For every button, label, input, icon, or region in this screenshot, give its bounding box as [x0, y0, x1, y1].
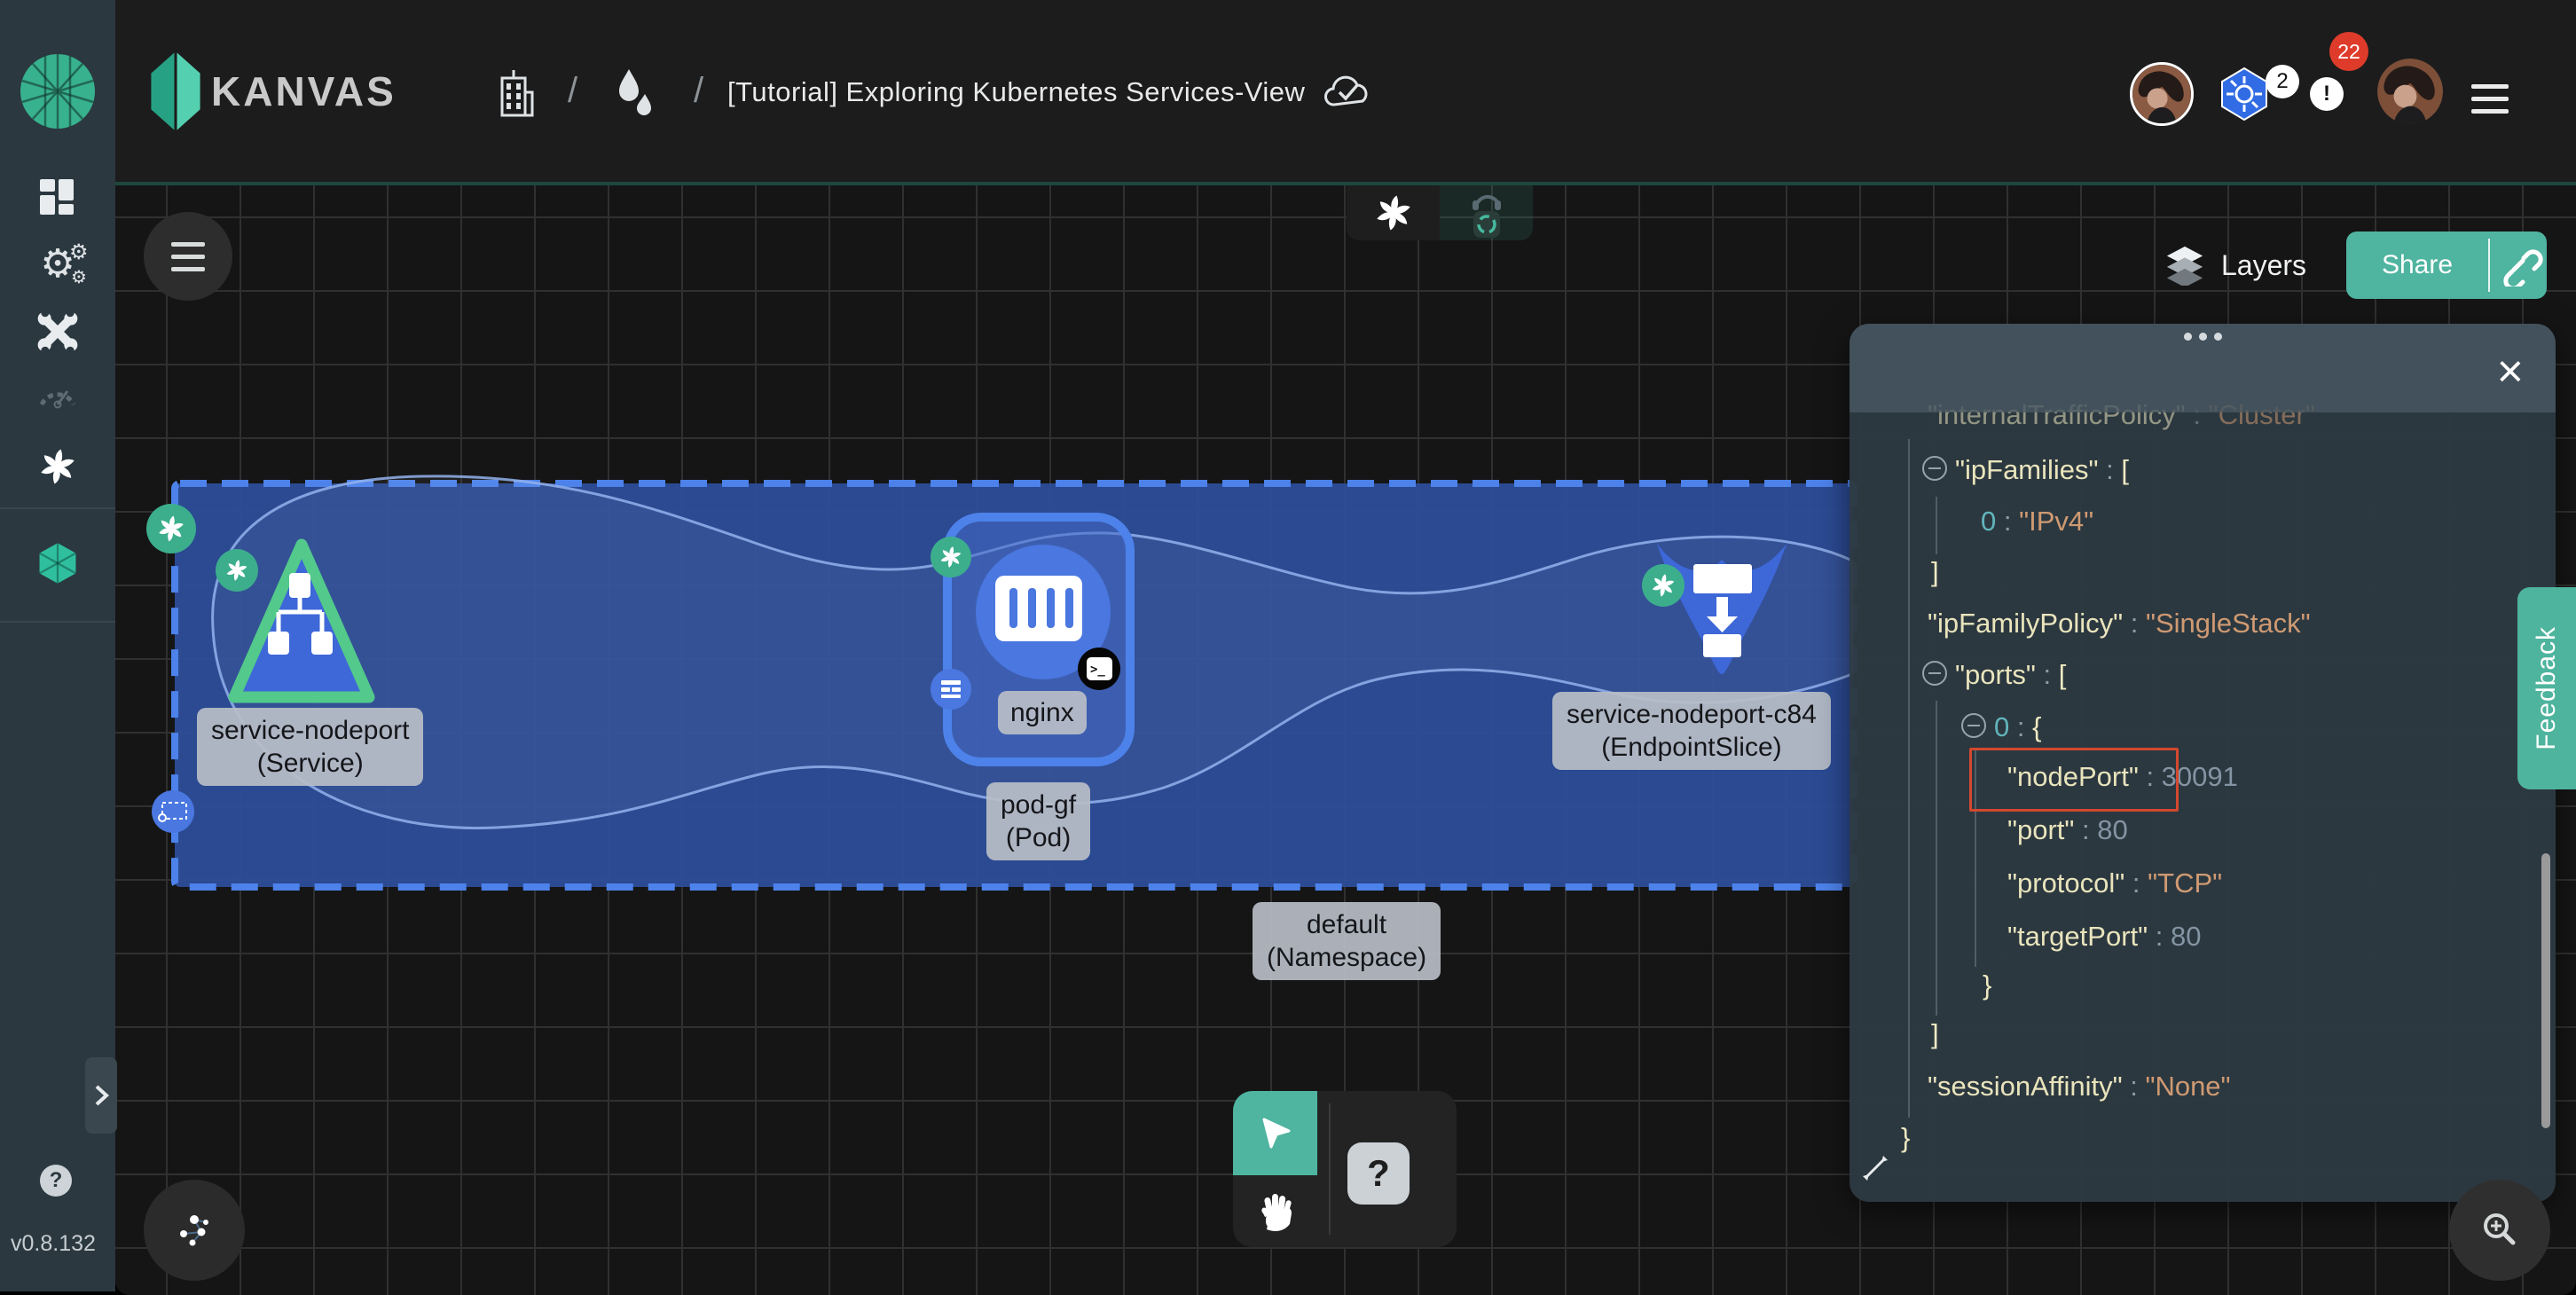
json-line: "ipFamilies" : [	[1922, 452, 2129, 488]
avatar[interactable]	[2377, 59, 2443, 124]
kubernetes-icon[interactable]	[2218, 67, 2271, 121]
sidebar-item-dashboard[interactable]	[0, 174, 115, 220]
json-line: "protocol" : "TCP"	[2007, 866, 2222, 901]
sidebar-divider	[0, 621, 115, 623]
meshery-swirl-icon	[37, 446, 78, 487]
minimap-button[interactable]	[144, 1180, 245, 1281]
json-line: "ipFamilyPolicy" : "SingleStack"	[1928, 606, 2311, 641]
panel-header[interactable]: ×	[1850, 324, 2556, 412]
network-icon	[173, 1209, 216, 1252]
kanvas-hexagon-icon	[35, 541, 80, 585]
select-tool-button[interactable]	[1233, 1091, 1317, 1175]
copy-link-icon[interactable]	[2490, 244, 2547, 286]
service-label: service-nodeport(Service)	[197, 708, 423, 786]
pan-tool-button[interactable]	[1233, 1175, 1317, 1247]
organization-icon[interactable]	[495, 67, 536, 117]
cloud-sync-icon	[1322, 71, 1375, 112]
layers-icon	[2164, 245, 2205, 286]
namespace-label: default(Namespace)	[1253, 902, 1441, 980]
details-panel: "internalTrafficPolicy" : "Cluster" "ipF…	[1850, 324, 2556, 1202]
collapse-icon[interactable]	[1961, 713, 1986, 738]
close-icon[interactable]: ×	[2497, 349, 2524, 395]
version-label: v0.8.132	[11, 1231, 96, 1257]
sidebar-item-kanvas[interactable]	[0, 538, 115, 589]
share-label: Share	[2346, 250, 2488, 280]
sidebar-expand-button[interactable]	[85, 1057, 117, 1134]
container-label: nginx	[998, 691, 1087, 734]
canvas-menu-button[interactable]	[144, 212, 232, 301]
gears-icon: ⚙	[69, 239, 89, 264]
magnifier-plus-icon	[2477, 1207, 2523, 1253]
help-tool-button[interactable]: ?	[1347, 1142, 1410, 1205]
layers-control[interactable]: Layers	[2164, 245, 2306, 286]
top-bar: KANVAS / / [Tutorial] Exploring Kubernet…	[115, 0, 2576, 182]
gears-icon: ⚙	[71, 266, 87, 287]
tools-icon	[36, 310, 79, 353]
json-line: ]	[1931, 554, 1939, 590]
json-line: 0 : {	[1961, 710, 2041, 745]
hamburger-icon	[171, 238, 205, 275]
highlight-box	[1969, 748, 2179, 812]
dashboard-icon	[40, 179, 75, 215]
toolbar-divider	[1329, 1103, 1331, 1235]
chevron-right-icon	[90, 1083, 112, 1108]
sidebar-item-configuration[interactable]	[0, 309, 115, 355]
breadcrumb-separator: /	[568, 71, 577, 111]
json-line: "port" : 80	[2007, 812, 2128, 848]
tool-palette: ?	[1233, 1091, 1457, 1247]
breadcrumb-title[interactable]: [Tutorial] Exploring Kubernetes Services…	[727, 76, 1305, 108]
sidebar-item-extensions[interactable]	[0, 443, 115, 490]
avatar[interactable]	[2130, 62, 2194, 126]
hamburger-icon	[2471, 84, 2509, 114]
feedback-label: Feedback	[2532, 626, 2562, 750]
layer5-logo-icon[interactable]	[19, 52, 97, 130]
layers-label: Layers	[2221, 249, 2306, 282]
sidebar-item-performance[interactable]	[0, 371, 115, 417]
json-line: "ports" : [	[1922, 657, 2066, 693]
drag-handle-icon[interactable]	[1850, 333, 2556, 341]
collapse-icon[interactable]	[1922, 661, 1947, 686]
alert-icon[interactable]: !	[2310, 77, 2344, 111]
canvas-dock[interactable]	[1347, 185, 1533, 240]
breadcrumb-separator: /	[694, 71, 703, 111]
app-menu-button[interactable]	[2471, 76, 2509, 122]
panel-scrollbar[interactable]	[2541, 853, 2550, 1128]
sidebar: ⚙ ⚙ ⚙	[0, 0, 115, 1291]
json-line: "sessionAffinity" : "None"	[1928, 1069, 2231, 1104]
kanvas-logo-icon[interactable]	[149, 50, 202, 133]
hand-icon	[1254, 1190, 1297, 1233]
zoom-button[interactable]	[2449, 1180, 2550, 1281]
resize-icon[interactable]	[1860, 1153, 1890, 1183]
json-line: ]	[1931, 1016, 1939, 1052]
meshery-dock-button[interactable]	[1347, 185, 1440, 240]
spinner-icon	[1473, 211, 1500, 238]
assistant-dock-button[interactable]	[1440, 185, 1533, 240]
help-button[interactable]: ?	[40, 1165, 72, 1197]
json-line: 0 : "IPv4"	[1981, 504, 2093, 539]
headset-icon	[1469, 188, 1504, 211]
collapse-icon[interactable]	[1922, 456, 1947, 481]
notification-count-badge[interactable]: 22	[2329, 32, 2368, 71]
meshery-swirl-icon	[1373, 192, 1414, 233]
json-line: "targetPort" : 80	[2007, 919, 2201, 954]
designs-icon[interactable]	[614, 67, 656, 117]
gauge-icon	[36, 376, 79, 412]
pod-label: pod-gf(Pod)	[986, 782, 1090, 860]
json-line: }	[1983, 968, 1991, 1003]
cluster-count-badge[interactable]: 2	[2266, 65, 2299, 98]
sidebar-divider	[0, 507, 115, 509]
endpointslice-label: service-nodeport-c84(EndpointSlice)	[1552, 692, 1831, 770]
feedback-tab[interactable]: Feedback	[2517, 587, 2576, 789]
json-line: }	[1901, 1120, 1910, 1156]
cursor-icon	[1256, 1114, 1295, 1153]
share-button[interactable]: Share	[2346, 232, 2547, 299]
sidebar-item-lifecycle[interactable]: ⚙ ⚙ ⚙	[0, 241, 115, 287]
brand-wordmark[interactable]: KANVAS	[211, 67, 397, 115]
